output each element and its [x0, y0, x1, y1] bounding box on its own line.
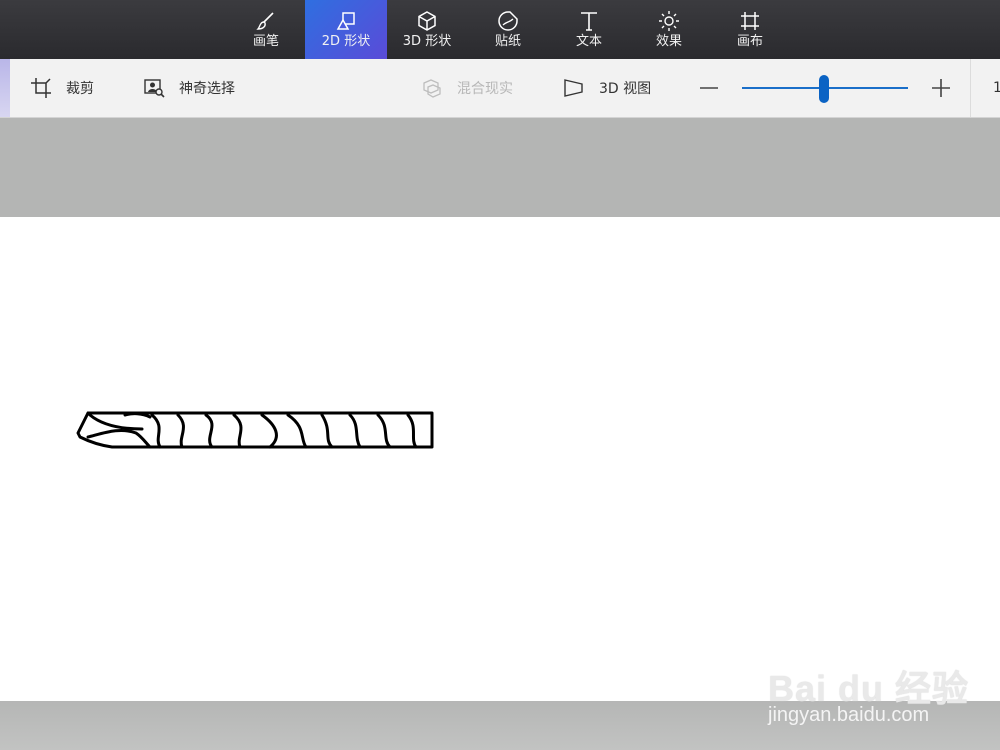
3d-view-icon [564, 79, 583, 97]
crop-label: 裁剪 [66, 81, 94, 97]
3d-cube-icon [418, 11, 436, 31]
tab-effects[interactable]: 效果 [628, 0, 710, 59]
zoom-out-icon[interactable] [696, 75, 722, 101]
zoom-in-icon[interactable] [928, 75, 954, 101]
tab-3d-shapes[interactable]: 3D 形状 [386, 0, 468, 59]
tab-2d-shapes[interactable]: 2D 形状 [305, 0, 387, 59]
tab-brushes[interactable]: 画笔 [225, 0, 307, 59]
tab-canvas[interactable]: 画布 [709, 0, 791, 59]
drill-bit-drawing [76, 411, 434, 449]
crop-icon [31, 78, 51, 98]
tab-label: 贴纸 [494, 34, 521, 49]
top-toolbar: 画笔 2D 形状 3D 形状 贴纸 文本 效果 画布 [0, 0, 1000, 59]
drawing-canvas[interactable] [0, 217, 1000, 701]
tab-label: 3D 形状 [402, 34, 452, 49]
brush-icon [256, 12, 274, 30]
magic-select-label: 神奇选择 [179, 81, 235, 97]
tab-text[interactable]: 文本 [548, 0, 630, 59]
tab-label: 画笔 [252, 34, 279, 49]
tab-stickers[interactable]: 贴纸 [467, 0, 549, 59]
canvas-crop-icon [741, 12, 759, 30]
3d-view-button[interactable]: 3D 视图 [563, 59, 651, 117]
watermark-url: jingyan.baidu.com [768, 704, 930, 726]
mixed-reality-icon [423, 79, 441, 98]
toolbar-accent [0, 59, 10, 117]
2d-shapes-icon [336, 12, 355, 30]
sun-effects-icon [659, 11, 679, 31]
tab-label: 效果 [655, 34, 682, 49]
mixed-reality-button[interactable]: 混合现实 [421, 59, 513, 117]
sticker-icon [498, 11, 518, 31]
zoom-slider-thumb[interactable] [819, 75, 829, 103]
3d-view-label: 3D 视图 [599, 81, 652, 97]
crop-button[interactable]: 裁剪 [30, 59, 94, 117]
tab-label: 2D 形状 [321, 34, 371, 49]
magic-select-icon [144, 79, 165, 98]
tab-label: 文本 [575, 34, 602, 49]
tab-label: 画布 [736, 34, 763, 49]
mixed-reality-label: 混合现实 [457, 81, 513, 97]
zoom-value[interactable]: 1 [970, 59, 1000, 117]
magic-select-button[interactable]: 神奇选择 [143, 59, 235, 117]
text-t-icon [581, 12, 597, 31]
